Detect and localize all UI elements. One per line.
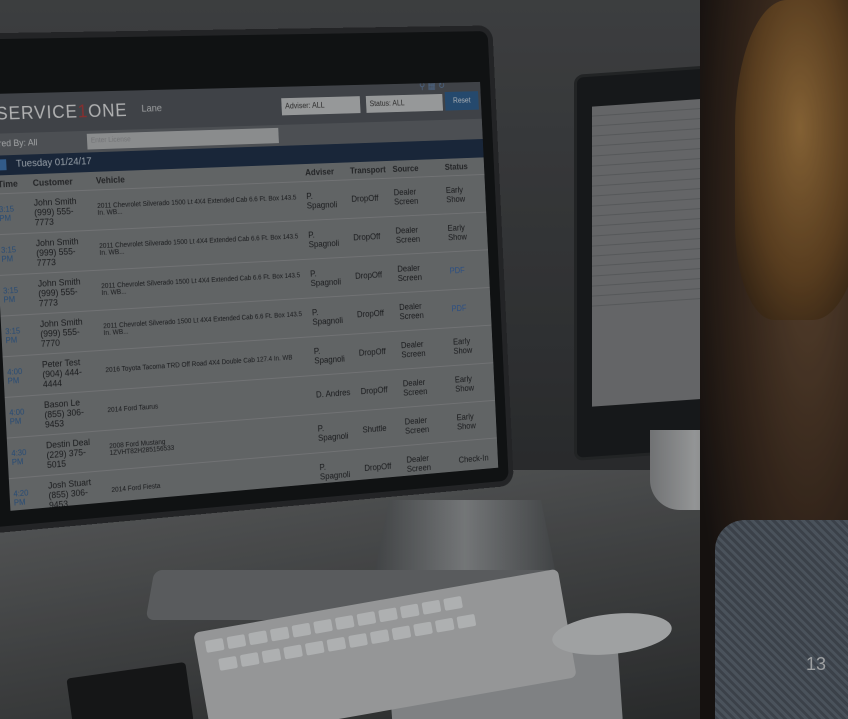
current-date: Tuesday 01/24/17 — [15, 156, 92, 170]
brand-logo: SERVICE1ONE — [0, 100, 128, 124]
cell-status: Check-In — [454, 437, 499, 480]
cell-transport: DropOff — [347, 178, 392, 219]
cell-transport: DropOff — [356, 369, 401, 411]
cell-customer: Destin Deal (229) 375-5015 — [41, 430, 107, 476]
serviceone-app-screen: SERVICE1ONE Lane ⚲ ▦ ↻ Adviser: ALL Stat… — [0, 81, 499, 511]
refresh-icon[interactable]: ↻ — [438, 82, 446, 91]
view-name: Lane — [141, 103, 163, 115]
cell-source: Dealer Screen — [393, 252, 448, 294]
status-filter-select[interactable]: Status: ALL — [365, 93, 444, 113]
cell-source: Dealer Screen — [395, 289, 449, 332]
cell-transport: Shuttle — [358, 407, 403, 450]
cell-customer: Bason Le (855) 306-9453 — [39, 390, 105, 436]
cell-transport: DropOff — [354, 331, 399, 373]
cell-status[interactable]: PDF — [445, 249, 490, 290]
cell-customer: Peter Test (904) 444-4444 — [37, 350, 103, 395]
header-time[interactable]: Time — [0, 174, 29, 194]
cell-source: Dealer Screen — [398, 365, 453, 408]
cell-status: Early Show — [443, 212, 488, 253]
appointments-table: Time Customer Vehicle Adviser Transport … — [0, 157, 499, 511]
cell-time: 4:00 PM — [2, 354, 40, 398]
cell-customer: John Smith (999) 555-7773 — [33, 270, 99, 315]
header-icons[interactable]: ⚲ ▦ ↻ — [419, 82, 445, 92]
cell-status[interactable]: PDF — [447, 287, 492, 328]
cell-transport: DropOff — [348, 216, 394, 258]
cell-time: 3:15 PM — [0, 233, 34, 276]
person-hair — [735, 0, 848, 320]
person-shirt — [715, 520, 848, 719]
cell-source: Dealer Screen — [396, 327, 451, 370]
cell-customer: John Smith (999) 555-7773 — [29, 190, 95, 234]
cell-source: Dealer Screen — [402, 441, 457, 484]
appointments-body: 3:15 PM John Smith (999) 555-7773 2011 Che… — [0, 174, 499, 511]
cell-adviser: P. Spagnoli — [313, 410, 361, 454]
cell-status: Early Show — [452, 400, 497, 442]
cell-adviser: P. Spagnoli — [304, 218, 351, 260]
cell-adviser: P. Spagnoli — [309, 334, 357, 376]
cell-customer: John Smith (999) 555-7773 — [31, 230, 97, 274]
cell-adviser: P. Spagnoli — [302, 179, 349, 221]
calendar-icon[interactable] — [0, 159, 7, 171]
header-status[interactable]: Status — [441, 157, 484, 176]
reset-button[interactable]: Reset — [444, 91, 479, 111]
entered-by-filter[interactable]: ered By: All — [0, 137, 38, 148]
cell-time: 4:00 PM — [4, 394, 42, 439]
cell-time: 3:15 PM — [0, 192, 32, 235]
main-monitor: SERVICE1ONE Lane ⚲ ▦ ↻ Adviser: ALL Stat… — [0, 31, 509, 530]
cell-adviser: P. Spagnoli — [315, 449, 362, 492]
cell-customer: Josh Stuart (855) 306-9453 — [43, 470, 109, 511]
cell-adviser: P. Spagnoli — [305, 257, 353, 299]
cell-status: Early Show — [450, 362, 496, 404]
calendar-icon[interactable]: ▦ — [427, 82, 435, 92]
header-transport[interactable]: Transport — [346, 161, 389, 180]
cell-transport: DropOff — [350, 254, 396, 296]
cell-adviser: D. Andres — [311, 372, 359, 415]
cell-time: 3:15 PM — [0, 273, 36, 317]
user-icon[interactable]: ⚲ — [419, 82, 426, 92]
cell-adviser: P. Spagnoli — [307, 295, 355, 337]
cell-transport: DropOff — [352, 293, 397, 335]
cell-time: 4:30 PM — [6, 435, 44, 479]
cell-source: Dealer Screen — [391, 214, 446, 255]
cell-status: Early Show — [441, 174, 487, 215]
header-source[interactable]: Source — [389, 159, 442, 178]
cell-time: 4:20 PM — [8, 475, 46, 511]
office-photo-scene: SERVICE1ONE Lane ⚲ ▦ ↻ Adviser: ALL Stat… — [0, 0, 848, 719]
cell-source: Dealer Screen — [400, 403, 455, 446]
slide-number: 13 — [806, 654, 827, 674]
cell-transport: DropOff — [360, 445, 405, 488]
cell-source: Dealer Screen — [389, 176, 444, 217]
cell-customer: John Smith (999) 555-7770 — [35, 310, 101, 355]
adviser-filter-select[interactable]: Adviser: ALL — [281, 96, 361, 116]
cell-status: Early Show — [448, 325, 494, 366]
header-adviser[interactable]: Adviser — [301, 163, 347, 182]
cell-time: 3:15 PM — [0, 314, 38, 357]
